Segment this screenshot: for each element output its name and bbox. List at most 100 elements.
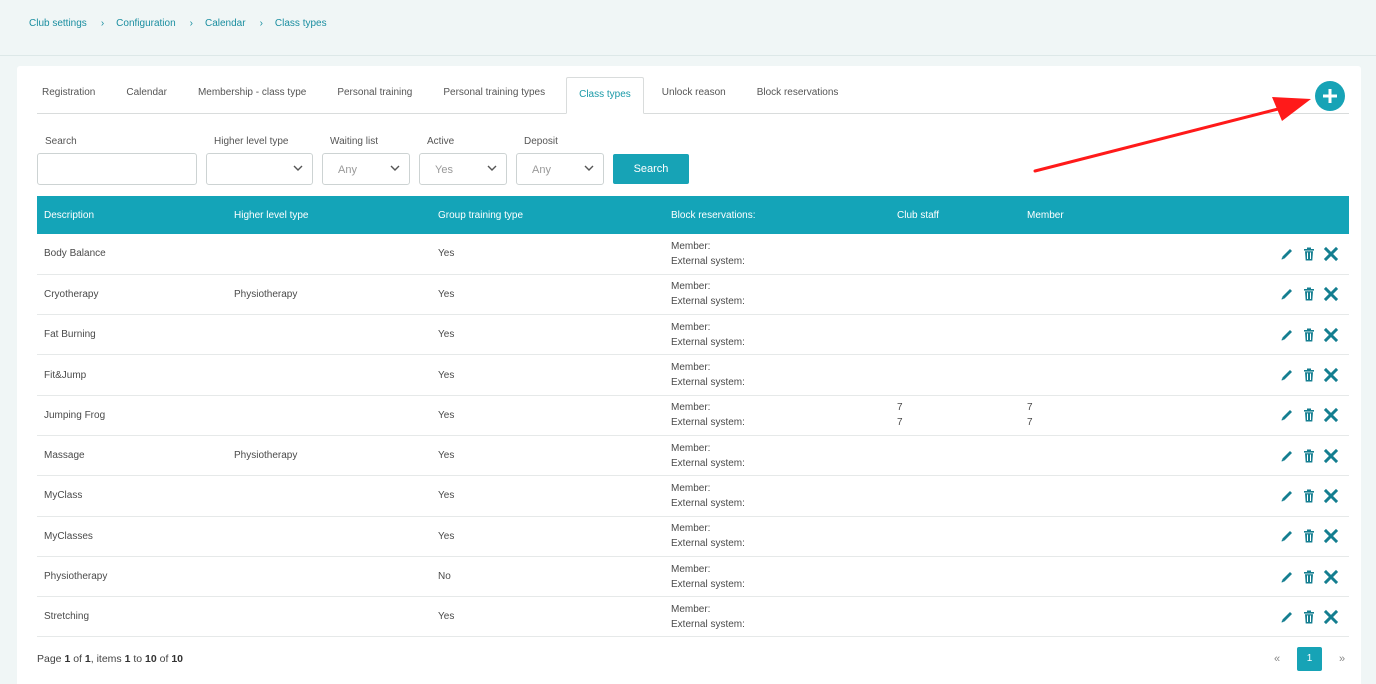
block-external-label: External system: xyxy=(671,417,745,429)
breadcrumb-class-types[interactable]: Class types xyxy=(275,18,327,29)
tab-unlock-reason[interactable]: Unlock reason xyxy=(657,76,739,113)
table-row: MyClass Yes Member: External system: xyxy=(37,476,1349,517)
trash-icon[interactable] xyxy=(1301,367,1317,383)
cell-club-staff xyxy=(890,355,1020,395)
block-member-label: Member: xyxy=(671,482,711,494)
cell-description: Jumping Frog xyxy=(44,409,106,421)
deposit-value: Any xyxy=(532,164,551,176)
pencil-icon[interactable] xyxy=(1279,488,1295,504)
club-staff-member-value: 7 xyxy=(897,402,903,414)
search-input[interactable] xyxy=(37,153,197,185)
block-external-label: External system: xyxy=(671,538,745,550)
page-word: Page xyxy=(37,653,62,665)
waiting-list-label: Waiting list xyxy=(330,136,378,147)
breadcrumb-calendar[interactable]: Calendar xyxy=(205,18,246,29)
block-member-label: Member: xyxy=(671,603,711,615)
block-member-label: Member: xyxy=(671,563,711,575)
active-select[interactable]: Yes xyxy=(419,153,507,185)
col-block-reservations[interactable]: Block reservations: xyxy=(664,196,890,234)
tab-personal-training[interactable]: Personal training xyxy=(332,76,425,113)
chevron-down-icon xyxy=(293,165,303,171)
cell-actions xyxy=(1170,395,1349,435)
cell-club-staff xyxy=(890,274,1020,314)
cell-higher-level-type xyxy=(227,234,431,274)
cell-club-staff xyxy=(890,516,1020,556)
trash-icon[interactable] xyxy=(1301,609,1317,625)
pencil-icon[interactable] xyxy=(1279,246,1295,262)
col-club-staff[interactable]: Club staff xyxy=(890,196,1020,234)
tab-membership-class-type[interactable]: Membership - class type xyxy=(193,76,319,113)
cell-description: MyClass xyxy=(44,490,83,502)
col-higher-level-type[interactable]: Higher level type xyxy=(227,196,431,234)
trash-icon[interactable] xyxy=(1301,569,1317,585)
cell-group-training-type: Yes xyxy=(438,611,455,623)
close-icon[interactable] xyxy=(1323,569,1339,585)
cell-actions xyxy=(1170,516,1349,556)
pencil-icon[interactable] xyxy=(1279,407,1295,423)
trash-icon[interactable] xyxy=(1301,246,1317,262)
close-icon[interactable] xyxy=(1323,286,1339,302)
cell-member xyxy=(1020,476,1170,516)
page-1-button[interactable]: 1 xyxy=(1297,647,1322,671)
breadcrumb-configuration[interactable]: Configuration xyxy=(116,18,175,29)
pencil-icon[interactable] xyxy=(1279,286,1295,302)
cell-description: Cryotherapy xyxy=(44,288,99,300)
pencil-icon[interactable] xyxy=(1279,327,1295,343)
tab-block-reservations[interactable]: Block reservations xyxy=(752,76,852,113)
trash-icon[interactable] xyxy=(1301,488,1317,504)
pencil-icon[interactable] xyxy=(1279,367,1295,383)
cell-club-staff xyxy=(890,476,1020,516)
close-icon[interactable] xyxy=(1323,407,1339,423)
close-icon[interactable] xyxy=(1323,367,1339,383)
breadcrumb-club-settings[interactable]: Club settings xyxy=(29,18,87,29)
col-description[interactable]: Description xyxy=(37,196,227,234)
trash-icon[interactable] xyxy=(1301,448,1317,464)
prev-page-button[interactable]: « xyxy=(1265,653,1289,665)
next-page-button[interactable]: » xyxy=(1330,653,1354,665)
close-icon[interactable] xyxy=(1323,528,1339,544)
pencil-icon[interactable] xyxy=(1279,528,1295,544)
col-group-training-type[interactable]: Group training type xyxy=(431,196,664,234)
plus-icon xyxy=(1323,89,1337,103)
pencil-icon[interactable] xyxy=(1279,569,1295,585)
close-icon[interactable] xyxy=(1323,327,1339,343)
waiting-list-select[interactable]: Any xyxy=(322,153,410,185)
close-icon[interactable] xyxy=(1323,488,1339,504)
items-word: , items xyxy=(90,653,122,665)
search-button[interactable]: Search xyxy=(613,154,689,184)
top-bar: Club settings › Configuration › Calendar… xyxy=(0,0,1376,56)
trash-icon[interactable] xyxy=(1301,528,1317,544)
pencil-icon[interactable] xyxy=(1279,609,1295,625)
member-external-value: 7 xyxy=(1027,417,1033,429)
close-icon[interactable] xyxy=(1323,246,1339,262)
tab-calendar[interactable]: Calendar xyxy=(121,76,180,113)
cell-actions xyxy=(1170,234,1349,274)
close-icon[interactable] xyxy=(1323,609,1339,625)
table-row: Massage Physiotherapy Yes Member: External s… xyxy=(37,435,1349,476)
chevron-right-icon: › xyxy=(100,18,105,29)
add-class-type-button[interactable] xyxy=(1315,81,1345,111)
cell-club-staff xyxy=(890,234,1020,274)
tab-personal-training-types[interactable]: Personal training types xyxy=(438,76,558,113)
col-member[interactable]: Member xyxy=(1020,196,1170,234)
cell-group-training-type: Yes xyxy=(438,329,455,341)
cell-block-reservations: Member: External system: xyxy=(664,395,890,435)
chevron-down-icon xyxy=(390,165,400,171)
tab-class-types[interactable]: Class types xyxy=(566,77,644,114)
cell-club-staff xyxy=(890,315,1020,355)
trash-icon[interactable] xyxy=(1301,407,1317,423)
trash-icon[interactable] xyxy=(1301,286,1317,302)
cell-member xyxy=(1020,234,1170,274)
block-member-label: Member: xyxy=(671,523,711,535)
cell-member xyxy=(1020,435,1170,475)
cell-block-reservations: Member: External system: xyxy=(664,516,890,556)
pencil-icon[interactable] xyxy=(1279,448,1295,464)
close-icon[interactable] xyxy=(1323,448,1339,464)
deposit-select[interactable]: Any xyxy=(516,153,604,185)
trash-icon[interactable] xyxy=(1301,327,1317,343)
tab-registration[interactable]: Registration xyxy=(37,76,108,113)
member-member-value: 7 xyxy=(1027,402,1033,414)
cell-block-reservations: Member: External system: xyxy=(664,274,890,314)
higher-level-type-select[interactable] xyxy=(206,153,313,185)
total-items: 10 xyxy=(171,653,184,665)
